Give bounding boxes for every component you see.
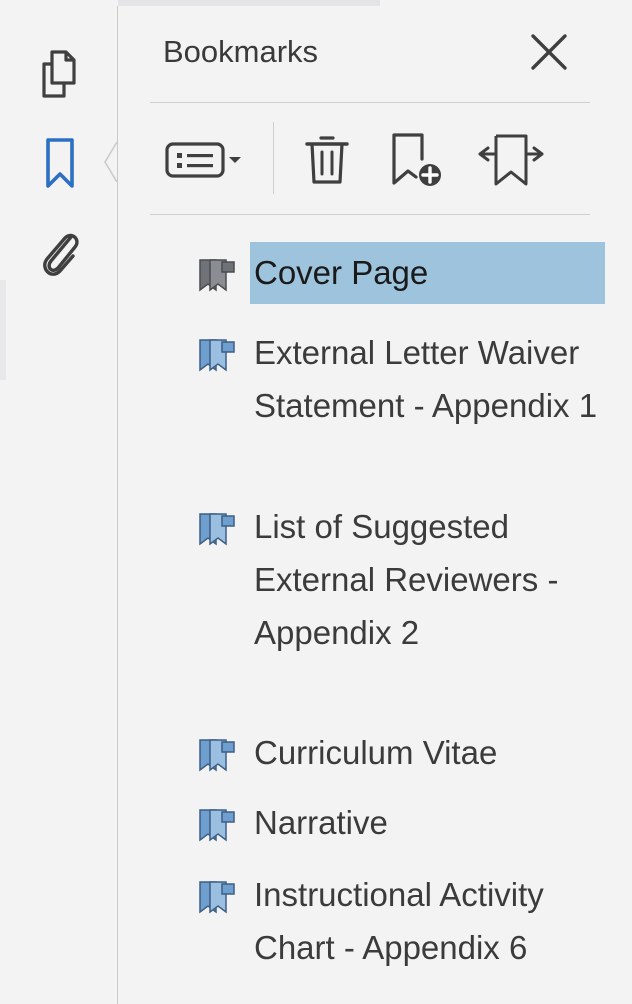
bookmarks-button[interactable] [30,134,90,194]
active-tab-notch [104,142,118,182]
bookmark-item-icon [199,739,235,772]
bookmark-label: Instructional Activity Chart - Appendix … [254,876,544,966]
bookmark-item-icon [199,881,235,914]
bookmark-label: Narrative [254,804,388,841]
bookmark-label: Curriculum Vitae [254,734,498,771]
header-divider [150,102,590,103]
bookmark-item-cover-page[interactable]: Cover Page [192,242,612,306]
trash-icon [305,136,349,184]
expand-current-bookmark-button[interactable] [474,128,548,192]
pages-icon [42,50,76,98]
bookmark-item-instructional-activity-chart[interactable]: Instructional Activity Chart - Appendix … [192,864,612,1004]
bookmark-icon [46,138,74,188]
bookmark-item-narrative[interactable]: Narrative [192,792,612,848]
bookmark-item-icon [199,513,235,546]
bookmark-item-suggested-reviewers[interactable]: List of Suggested External Reviewers - A… [192,496,612,654]
new-bookmark-button[interactable] [383,128,453,192]
panel-title: Bookmarks [163,34,319,69]
rail-edge [0,280,6,380]
close-button[interactable] [519,24,579,80]
bookmark-item-icon [199,339,235,372]
navigation-rail [0,0,118,1004]
attachments-button[interactable] [30,224,90,284]
toolbar-divider [150,214,590,215]
pages-button[interactable] [30,44,90,104]
bookmark-label: External Letter Waiver Statement - Appen… [254,334,598,424]
bookmark-options-button[interactable] [163,128,247,192]
bookmark-item-icon [199,259,235,292]
bookmark-label: Cover Page [250,242,605,304]
new-bookmark-icon [392,133,441,186]
bookmarks-panel-window: Bookmarks Cover Page External Letter Wai… [0,0,632,1004]
bookmark-item-curriculum-vitae[interactable]: Curriculum Vitae [192,722,612,778]
bookmark-label: List of Suggested External Reviewers - A… [254,508,559,651]
bookmark-item-icon [199,809,235,842]
list-options-icon [165,142,241,178]
expand-bookmark-icon [478,134,544,186]
delete-bookmark-button[interactable] [296,128,358,192]
close-icon [531,34,567,70]
attachment-icon [43,233,79,276]
toolbar-separator [273,122,274,194]
bookmark-item-external-letter-waiver[interactable]: External Letter Waiver Statement - Appen… [192,322,612,480]
